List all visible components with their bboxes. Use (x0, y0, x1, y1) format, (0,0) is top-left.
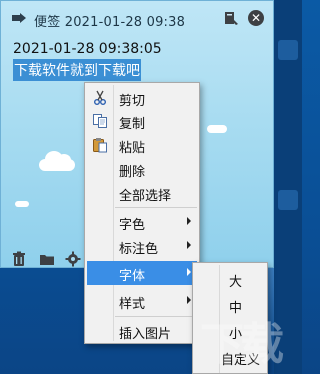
menu-item-label: 剪切 (119, 94, 146, 109)
close-icon: ✕ (248, 10, 264, 26)
menu-item-label: 全部选择 (119, 189, 172, 204)
trash-icon (13, 251, 25, 266)
cloud-decoration (39, 151, 75, 171)
menu-item-label: 复制 (119, 117, 146, 132)
menu-item-label: 标注色 (119, 242, 159, 257)
submenu-arrow-icon (187, 296, 191, 304)
menu-item-copy[interactable]: 复制 (87, 109, 197, 133)
watermark-logo: 下载 (200, 319, 284, 370)
copy-icon (93, 114, 107, 128)
menu-separator (115, 316, 197, 317)
cloud-decoration (207, 125, 227, 133)
submenu-arrow-icon (187, 268, 191, 276)
taskbar-slot[interactable] (278, 40, 298, 60)
menu-item-font[interactable]: 字体 (87, 261, 197, 285)
menu-item-font-color[interactable]: 字色 (87, 210, 197, 234)
menu-item-label: 粘贴 (119, 141, 146, 156)
cloud-decoration (15, 201, 29, 207)
pin-icon (225, 12, 238, 25)
scissors-icon (94, 90, 106, 105)
taskbar-slot[interactable] (278, 190, 298, 210)
gear-icon (65, 251, 81, 267)
sticky-note-icon (12, 13, 26, 23)
context-menu: 剪切 复制 粘贴 删除 全部选择 字色 标注色 字体 样式 插入图片 (84, 82, 200, 344)
note-title: 便签 2021-01-28 09:38 (34, 15, 186, 30)
menu-item-insert-image[interactable]: 插入图片 (87, 319, 197, 343)
menu-item-highlight-color[interactable]: 标注色 (87, 234, 197, 258)
menu-item-style[interactable]: 样式 (87, 289, 197, 313)
pin-button[interactable] (223, 10, 240, 27)
note-titlebar[interactable]: 便签 2021-01-28 09:38 ✕ (1, 1, 273, 35)
submenu-item-large[interactable]: 大 (195, 267, 265, 291)
menu-separator (115, 207, 197, 208)
settings-button[interactable] (65, 251, 81, 267)
note-content[interactable]: 2021-01-28 09:38:05 下载软件就到下载吧 (13, 41, 263, 81)
menu-item-cut[interactable]: 剪切 (87, 86, 197, 110)
menu-item-label: 删除 (119, 165, 146, 180)
close-button[interactable]: ✕ (248, 10, 265, 27)
selected-text[interactable]: 下载软件就到下载吧 (13, 59, 141, 81)
menu-item-paste[interactable]: 粘贴 (87, 133, 197, 157)
desktop: 便签 2021-01-28 09:38 ✕ 2021-01-28 09:38:0… (0, 0, 302, 374)
menu-item-select-all[interactable]: 全部选择 (87, 181, 197, 205)
menu-item-label: 样式 (119, 297, 146, 312)
menu-item-label: 字体 (119, 269, 146, 284)
menu-item-delete[interactable]: 删除 (87, 157, 197, 181)
submenu-arrow-icon (187, 217, 191, 225)
menu-item-label: 字色 (119, 218, 146, 233)
menu-item-label: 插入图片 (119, 327, 172, 342)
open-folder-button[interactable] (39, 251, 55, 267)
note-text-line[interactable]: 2021-01-28 09:38:05 (13, 41, 263, 57)
submenu-arrow-icon (187, 241, 191, 249)
delete-note-button[interactable] (11, 251, 27, 267)
submenu-item-label: 大 (229, 275, 243, 290)
folder-icon (40, 255, 54, 265)
paste-icon (93, 138, 107, 153)
